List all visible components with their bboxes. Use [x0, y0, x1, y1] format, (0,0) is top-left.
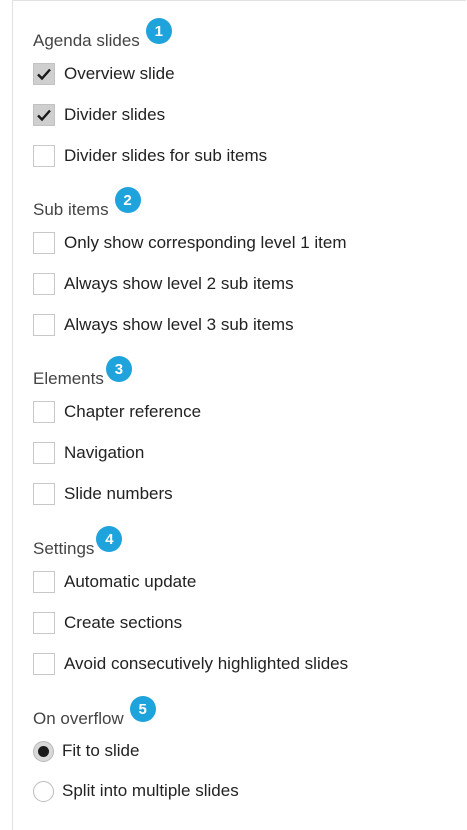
checkbox-avoid-consecutive-highlight[interactable]	[33, 652, 55, 675]
step-badge-icon: 3	[105, 356, 132, 382]
group-title: Agenda slides	[33, 31, 140, 50]
option-label: Only show corresponding level 1 item	[64, 232, 347, 252]
option-label: Divider slides for sub items	[64, 145, 268, 165]
option-label: Navigation	[64, 442, 145, 462]
radio-dot-icon	[38, 745, 49, 757]
group-header: Settings 4	[33, 526, 348, 561]
group-title: Elements	[33, 369, 104, 388]
option-label: Split into multiple slides	[62, 781, 239, 800]
option-chapter-reference[interactable]: Chapter reference	[33, 391, 201, 432]
option-create-sections[interactable]: Create sections	[33, 602, 348, 643]
checkbox-always-show-level-3[interactable]	[33, 313, 55, 336]
option-overview-slide[interactable]: Overview slide	[33, 53, 267, 94]
checkmark-icon	[37, 109, 51, 121]
option-label: Avoid consecutively highlighted slides	[64, 653, 349, 673]
group-title: On overflow	[33, 709, 124, 728]
checkbox-always-show-level-2[interactable]	[33, 272, 55, 295]
group-sub-items: Sub items 2 Only show corresponding leve…	[33, 187, 347, 345]
group-header: Elements 3	[33, 356, 201, 391]
checkbox-overview-slide[interactable]	[33, 62, 55, 85]
group-on-overflow: On overflow 5 Fit to slide Split into mu…	[33, 696, 239, 811]
group-settings: Settings 4 Automatic update Create secti…	[33, 526, 348, 684]
checkbox-slide-numbers[interactable]	[33, 482, 55, 505]
option-label: Always show level 3 sub items	[64, 314, 294, 334]
checkbox-create-sections[interactable]	[33, 611, 55, 634]
option-always-show-level-2[interactable]: Always show level 2 sub items	[33, 263, 347, 304]
option-only-show-level-1[interactable]: Only show corresponding level 1 item	[33, 222, 347, 263]
checkbox-only-show-level-1[interactable]	[33, 231, 55, 254]
option-label: Automatic update	[64, 571, 197, 591]
option-avoid-consecutive-highlight[interactable]: Avoid consecutively highlighted slides	[33, 643, 348, 684]
checkbox-divider-slides[interactable]	[33, 103, 55, 126]
option-label: Always show level 2 sub items	[64, 273, 294, 293]
option-automatic-update[interactable]: Automatic update	[33, 561, 348, 602]
step-badge-icon: 1	[145, 18, 172, 44]
group-header: Sub items 2	[33, 187, 347, 222]
option-label: Slide numbers	[64, 483, 173, 503]
step-badge-icon: 5	[129, 696, 156, 722]
checkbox-divider-slides-sub-items[interactable]	[33, 144, 55, 167]
radio-fit-to-slide[interactable]	[33, 740, 54, 762]
option-label: Divider slides	[64, 104, 166, 124]
option-slide-numbers[interactable]: Slide numbers	[33, 473, 201, 514]
radio-option-fit-to-slide[interactable]: Fit to slide	[33, 731, 239, 771]
checkbox-navigation[interactable]	[33, 441, 55, 464]
checkbox-chapter-reference[interactable]	[33, 400, 55, 423]
option-navigation[interactable]: Navigation	[33, 432, 201, 473]
group-title: Settings	[33, 539, 95, 558]
checkbox-automatic-update[interactable]	[33, 570, 55, 593]
option-label: Fit to slide	[62, 741, 140, 760]
step-badge-icon: 2	[114, 187, 141, 213]
option-label: Overview slide	[64, 63, 175, 83]
option-label: Create sections	[64, 612, 183, 632]
group-title: Sub items	[33, 200, 109, 219]
group-agenda-slides: Agenda slides 1 Overview slide Divider s…	[33, 18, 267, 176]
option-always-show-level-3[interactable]: Always show level 3 sub items	[33, 304, 347, 345]
step-badge-icon: 4	[96, 526, 123, 552]
group-header: On overflow 5	[33, 696, 239, 731]
option-label: Chapter reference	[64, 401, 202, 421]
option-divider-slides[interactable]: Divider slides	[33, 94, 267, 135]
group-elements: Elements 3 Chapter reference Navigation …	[33, 356, 201, 514]
option-divider-slides-sub-items[interactable]: Divider slides for sub items	[33, 135, 267, 176]
radio-split-into-multiple[interactable]	[33, 780, 54, 802]
checkmark-icon	[37, 68, 51, 80]
group-header: Agenda slides 1	[33, 18, 267, 53]
options-panel: Agenda slides 1 Overview slide Divider s…	[12, 0, 466, 830]
radio-option-split-slides[interactable]: Split into multiple slides	[33, 771, 239, 811]
